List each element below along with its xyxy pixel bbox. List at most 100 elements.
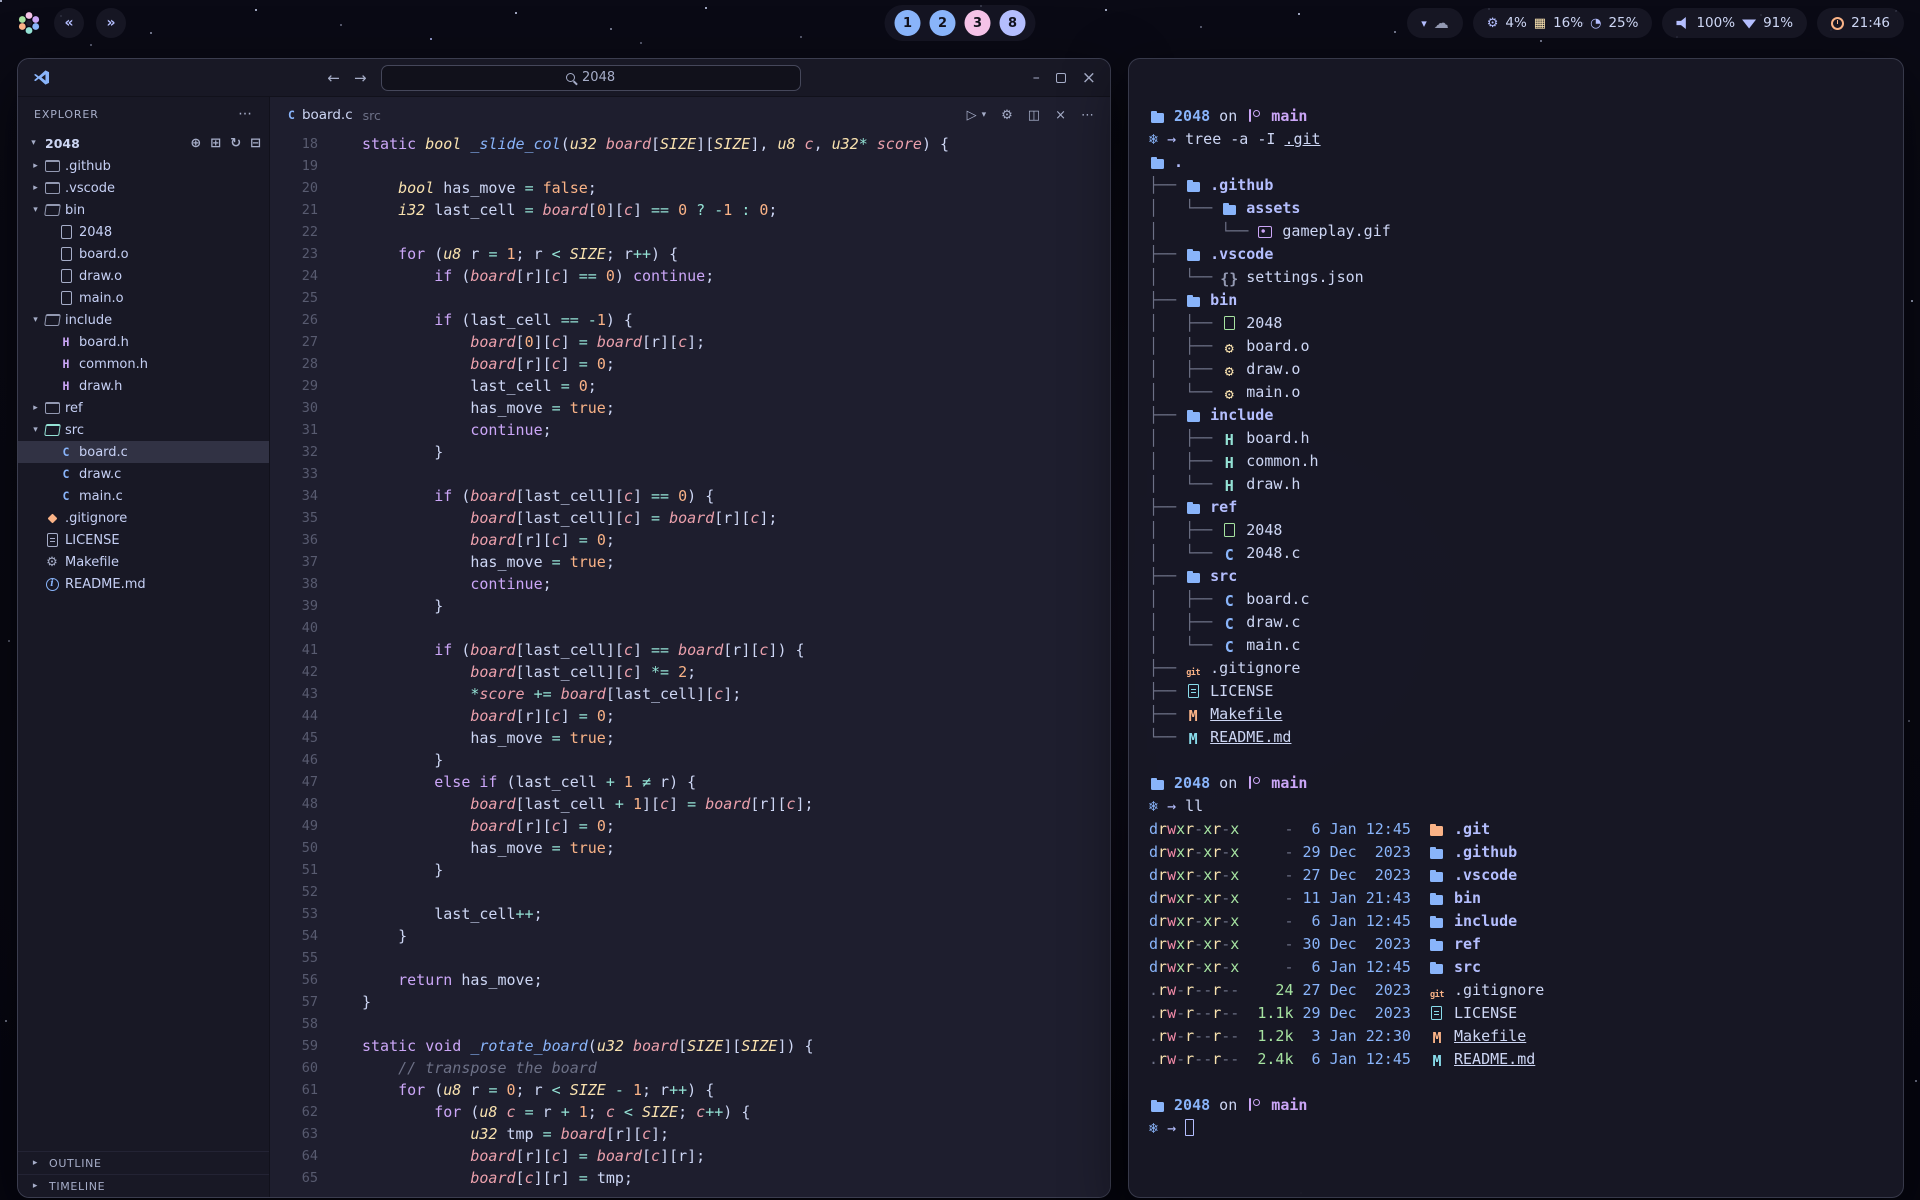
terminal-window[interactable]: 2048 on main❄ → tree -a -I .git .├── .gi… (1128, 58, 1904, 1198)
explorer-item-draw.c[interactable]: Cdraw.c (18, 463, 269, 485)
timeline-section[interactable]: ▸ TIMELINE (18, 1174, 269, 1197)
system-stats-widget[interactable]: ⚙ 4% ▦ 16% ◔ 25% (1473, 8, 1653, 38)
code-line[interactable]: 50 has_move = true; (284, 837, 1110, 859)
forward-button[interactable]: → (354, 69, 367, 87)
run-button[interactable]: ▷ (967, 108, 977, 123)
code-line[interactable]: 20 bool has_move = false; (284, 177, 1110, 199)
weather-widget[interactable]: ▾ ☁ (1407, 8, 1463, 38)
code-line[interactable]: 22 (284, 221, 1110, 243)
code-line[interactable]: 31 continue; (284, 419, 1110, 441)
code-line[interactable]: 44 board[r][c] = 0; (284, 705, 1110, 727)
explorer-item-draw.h[interactable]: Hdraw.h (18, 375, 269, 397)
explorer-item-.gitignore[interactable]: .gitignore (18, 507, 269, 529)
clock-widget[interactable]: 21:46 (1817, 8, 1904, 38)
code-line[interactable]: 36 board[r][c] = 0; (284, 529, 1110, 551)
code-line[interactable]: 33 (284, 463, 1110, 485)
code-line[interactable]: 51 } (284, 859, 1110, 881)
code-area[interactable]: 18static bool _slide_col(u32 board[SIZE]… (270, 133, 1110, 1197)
settings-icon[interactable]: ⚙ (1001, 108, 1013, 123)
code-line[interactable]: 38 continue; (284, 573, 1110, 595)
code-line[interactable]: 61 for (u8 r = 0; r < SIZE - 1; r++) { (284, 1079, 1110, 1101)
explorer-item-main.o[interactable]: main.o (18, 287, 269, 309)
code-line[interactable]: 45 has_move = true; (284, 727, 1110, 749)
code-line[interactable]: 19 (284, 155, 1110, 177)
code-line[interactable]: 48 board[last_cell + 1][c] = board[r][c]… (284, 793, 1110, 815)
explorer-item-ref[interactable]: ▸ref (18, 397, 269, 419)
explorer-item-2048[interactable]: 2048 (18, 221, 269, 243)
command-center-search[interactable]: 2048 (381, 65, 801, 91)
code-line[interactable]: 42 board[last_cell][c] *= 2; (284, 661, 1110, 683)
explorer-item-Makefile[interactable]: Makefile (18, 551, 269, 573)
media-prev-button[interactable]: « (54, 8, 84, 38)
code-line[interactable]: 64 board[r][c] = board[c][r]; (284, 1145, 1110, 1167)
code-line[interactable]: 34 if (board[last_cell][c] == 0) { (284, 485, 1110, 507)
code-line[interactable]: 37 has_move = true; (284, 551, 1110, 573)
maximize-button[interactable] (1056, 73, 1066, 83)
explorer-item-.vscode[interactable]: ▸.vscode (18, 177, 269, 199)
explorer-item-LICENSE[interactable]: LICENSE (18, 529, 269, 551)
code-line[interactable]: 62 for (u8 c = r + 1; c < SIZE; c++) { (284, 1101, 1110, 1123)
code-line[interactable]: 56 return has_move; (284, 969, 1110, 991)
code-line[interactable]: 30 has_move = true; (284, 397, 1110, 419)
code-line[interactable]: 60 // transpose the board (284, 1057, 1110, 1079)
code-line[interactable]: 47 else if (last_cell + 1 ≠ r) { (284, 771, 1110, 793)
code-line[interactable]: 52 (284, 881, 1110, 903)
code-line[interactable]: 35 board[last_cell][c] = board[r][c]; (284, 507, 1110, 529)
code-line[interactable]: 40 (284, 617, 1110, 639)
code-line[interactable]: 53 last_cell++; (284, 903, 1110, 925)
code-line[interactable]: 23 for (u8 r = 1; r < SIZE; r++) { (284, 243, 1110, 265)
code-line[interactable]: 58 (284, 1013, 1110, 1035)
explorer-item-common.h[interactable]: Hcommon.h (18, 353, 269, 375)
explorer-item-board.c[interactable]: Cboard.c (18, 441, 269, 463)
code-line[interactable]: 25 (284, 287, 1110, 309)
explorer-item-draw.o[interactable]: draw.o (18, 265, 269, 287)
code-line[interactable]: 49 board[r][c] = 0; (284, 815, 1110, 837)
explorer-item-board.h[interactable]: Hboard.h (18, 331, 269, 353)
explorer-item-README.md[interactable]: README.md (18, 573, 269, 595)
code-line[interactable]: 21 i32 last_cell = board[0][c] == 0 ? -1… (284, 199, 1110, 221)
back-button[interactable]: ← (327, 69, 340, 87)
code-line[interactable]: 59static void _rotate_board(u32 board[SI… (284, 1035, 1110, 1057)
media-next-button[interactable]: » (96, 8, 126, 38)
editor-titlebar[interactable]: ← → 2048 – × (18, 59, 1110, 97)
explorer-item-.github[interactable]: ▸.github (18, 155, 269, 177)
workspace-button-1[interactable]: 1 (895, 10, 921, 36)
split-editor-icon[interactable]: ◫ (1028, 108, 1040, 123)
close-editor-icon[interactable]: × (1055, 108, 1066, 123)
explorer-item-src[interactable]: ▾src (18, 419, 269, 441)
code-line[interactable]: 28 board[r][c] = 0; (284, 353, 1110, 375)
workspace-button-2[interactable]: 2 (930, 10, 956, 36)
new-folder-icon[interactable]: ⊞ (210, 136, 221, 151)
code-line[interactable]: 39 } (284, 595, 1110, 617)
explorer-item-board.o[interactable]: board.o (18, 243, 269, 265)
code-line[interactable]: 46 } (284, 749, 1110, 771)
code-line[interactable]: 65 board[c][r] = tmp; (284, 1167, 1110, 1189)
explorer-more-actions-icon[interactable]: ⋯ (238, 106, 253, 122)
workspace-button-3[interactable]: 3 (965, 10, 991, 36)
code-line[interactable]: 24 if (board[r][c] == 0) continue; (284, 265, 1110, 287)
launcher-icon[interactable] (16, 10, 42, 36)
new-file-icon[interactable]: ⊕ (190, 136, 201, 151)
code-line[interactable]: 27 board[0][c] = board[r][c]; (284, 331, 1110, 353)
audio-network-widget[interactable]: 100% 91% (1662, 8, 1807, 38)
more-actions-icon[interactable]: ⋯ (1081, 108, 1094, 123)
outline-section[interactable]: ▸ OUTLINE (18, 1151, 269, 1174)
tab-board.c[interactable]: C board.c src (288, 107, 381, 123)
run-dropdown-icon[interactable]: ▾ (982, 110, 987, 120)
code-line[interactable]: 43 *score += board[last_cell][c]; (284, 683, 1110, 705)
code-line[interactable]: 55 (284, 947, 1110, 969)
explorer-item-include[interactable]: ▾include (18, 309, 269, 331)
code-line[interactable]: 32 } (284, 441, 1110, 463)
code-line[interactable]: 26 if (last_cell == -1) { (284, 309, 1110, 331)
explorer-item-bin[interactable]: ▾bin (18, 199, 269, 221)
explorer-item-main.c[interactable]: Cmain.c (18, 485, 269, 507)
code-line[interactable]: 18static bool _slide_col(u32 board[SIZE]… (284, 133, 1110, 155)
code-line[interactable]: 29 last_cell = 0; (284, 375, 1110, 397)
workspace-button-8[interactable]: 8 (1000, 10, 1026, 36)
code-line[interactable]: 41 if (board[last_cell][c] == board[r][c… (284, 639, 1110, 661)
close-button[interactable]: × (1082, 68, 1096, 88)
minimize-button[interactable]: – (1033, 70, 1040, 86)
code-line[interactable]: 63 u32 tmp = board[r][c]; (284, 1123, 1110, 1145)
project-root[interactable]: ▾ 2048 ⊕ ⊞ ↻ ⊟ (18, 131, 269, 155)
refresh-icon[interactable]: ↻ (230, 136, 241, 151)
